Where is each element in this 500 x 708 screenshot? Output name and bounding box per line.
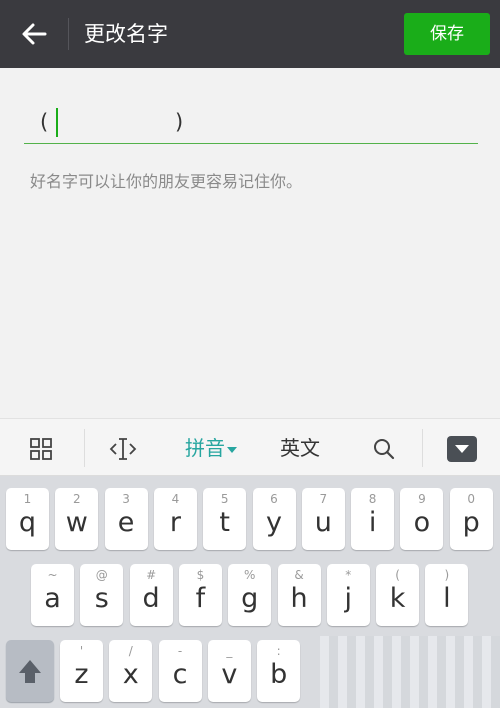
key-hint: ~	[47, 568, 58, 582]
toolbar-divider	[422, 429, 423, 467]
key-label: h	[290, 583, 308, 614]
keyboard-toolbar: 拼音 英文	[0, 418, 500, 476]
key-t[interactable]: 5t	[203, 488, 247, 550]
key-label: u	[314, 507, 332, 538]
key-label: a	[44, 583, 61, 614]
key-hint: 1	[23, 492, 32, 506]
key-e[interactable]: 3e	[104, 488, 148, 550]
key-q[interactable]: 1q	[6, 488, 49, 550]
text-cursor	[56, 108, 58, 137]
key-label: j	[344, 583, 353, 614]
header-divider	[68, 18, 69, 50]
key-v[interactable]: _ v	[207, 640, 251, 702]
key-hint: &	[294, 568, 304, 582]
key-hint: #	[146, 568, 157, 582]
key-hint: _	[226, 644, 233, 658]
key-label: s	[94, 583, 109, 614]
key-f[interactable]: $ f	[178, 564, 222, 626]
key-hint: 6	[270, 492, 278, 506]
key-hint: /	[128, 644, 133, 658]
key-label: w	[65, 507, 88, 538]
key-label: f	[195, 583, 206, 614]
key-c[interactable]: -c	[158, 640, 202, 702]
key-label: t	[219, 507, 230, 538]
toolbar-divider	[84, 429, 85, 467]
key-s[interactable]: @ s	[80, 564, 124, 626]
hide-keyboard-icon[interactable]	[440, 419, 484, 477]
grid-menu-icon[interactable]	[18, 419, 64, 477]
key-hint: 3	[122, 492, 130, 506]
key-b[interactable]: :b	[257, 640, 301, 702]
key-k[interactable]: (k	[376, 564, 420, 626]
key-x[interactable]: / x	[109, 640, 153, 702]
key-i[interactable]: 8i	[351, 488, 395, 550]
key-y[interactable]: 6y	[252, 488, 296, 550]
page-title: 更改名字	[84, 22, 168, 46]
key-l[interactable]: ) l	[425, 564, 469, 626]
key-j[interactable]: * j	[326, 564, 370, 626]
key-label: i	[368, 507, 377, 538]
name-hint: 好名字可以让你的朋友更容易记住你。	[30, 172, 303, 191]
keyboard: 1q2w3e4r5t6y7u8i9o0p ~ a @ s # d $ f% g & h * j(k) l …	[0, 476, 500, 708]
key-hint: 9	[418, 492, 426, 506]
blurred-keys	[320, 636, 500, 708]
key-label: o	[413, 507, 431, 538]
key-hint: 0	[467, 492, 475, 506]
key-hint: 2	[72, 492, 81, 506]
cursor-move-icon[interactable]	[100, 419, 146, 477]
key-label: k	[389, 583, 406, 614]
key-hint: )	[444, 568, 450, 582]
key-r[interactable]: 4r	[153, 488, 197, 550]
key-d[interactable]: # d	[129, 564, 173, 626]
key-label: p	[462, 507, 480, 538]
search-icon[interactable]	[362, 419, 406, 477]
back-arrow-icon[interactable]	[18, 18, 50, 50]
key-hint: 8	[368, 492, 377, 506]
key-label: r	[169, 507, 181, 538]
key-label: x	[122, 659, 139, 690]
key-label: q	[18, 507, 37, 538]
key-p[interactable]: 0p	[449, 488, 493, 550]
key-label: l	[443, 583, 451, 614]
key-hint: -	[177, 644, 183, 658]
key-label: c	[172, 659, 188, 690]
key-hint: :	[276, 644, 281, 658]
key-w[interactable]: 2w	[55, 488, 99, 550]
pinyin-label: 拼音	[185, 436, 225, 460]
save-button[interactable]: 保存	[404, 13, 490, 55]
name-input[interactable]: ( )	[24, 102, 478, 144]
key-hint: 5	[220, 492, 229, 506]
key-label: z	[74, 659, 89, 690]
key-label: g	[241, 583, 259, 614]
pinyin-mode-button[interactable]: 拼音	[176, 419, 246, 477]
key-h[interactable]: & h	[277, 564, 321, 626]
key-label: y	[266, 507, 282, 538]
english-mode-button[interactable]: 英文	[270, 419, 330, 477]
key-hint: (	[395, 568, 400, 582]
key-label: e	[117, 507, 135, 538]
caret-down-icon	[227, 446, 237, 453]
key-a[interactable]: ~ a	[31, 564, 74, 626]
key-hint: 7	[319, 492, 328, 506]
edit-name-form: ( ) 好名字可以让你的朋友更容易记住你。	[0, 68, 500, 418]
title-bar: 更改名字 保存	[0, 0, 500, 68]
key-o[interactable]: 9o	[400, 488, 444, 550]
name-input-value: ( )	[40, 110, 184, 134]
key-label: b	[270, 659, 288, 690]
key-label: v	[221, 659, 238, 690]
key-u[interactable]: 7u	[301, 488, 345, 550]
shift-key[interactable]	[6, 640, 54, 702]
key-hint: %	[243, 568, 256, 582]
key-hint: *	[345, 568, 352, 582]
key-hint: '	[79, 644, 84, 658]
key-z[interactable]: ' z	[60, 640, 103, 702]
key-label: d	[142, 583, 160, 614]
key-hint: $	[196, 568, 205, 582]
key-g[interactable]: % g	[228, 564, 272, 626]
key-hint: @	[95, 568, 108, 582]
key-hint: 4	[171, 492, 180, 506]
